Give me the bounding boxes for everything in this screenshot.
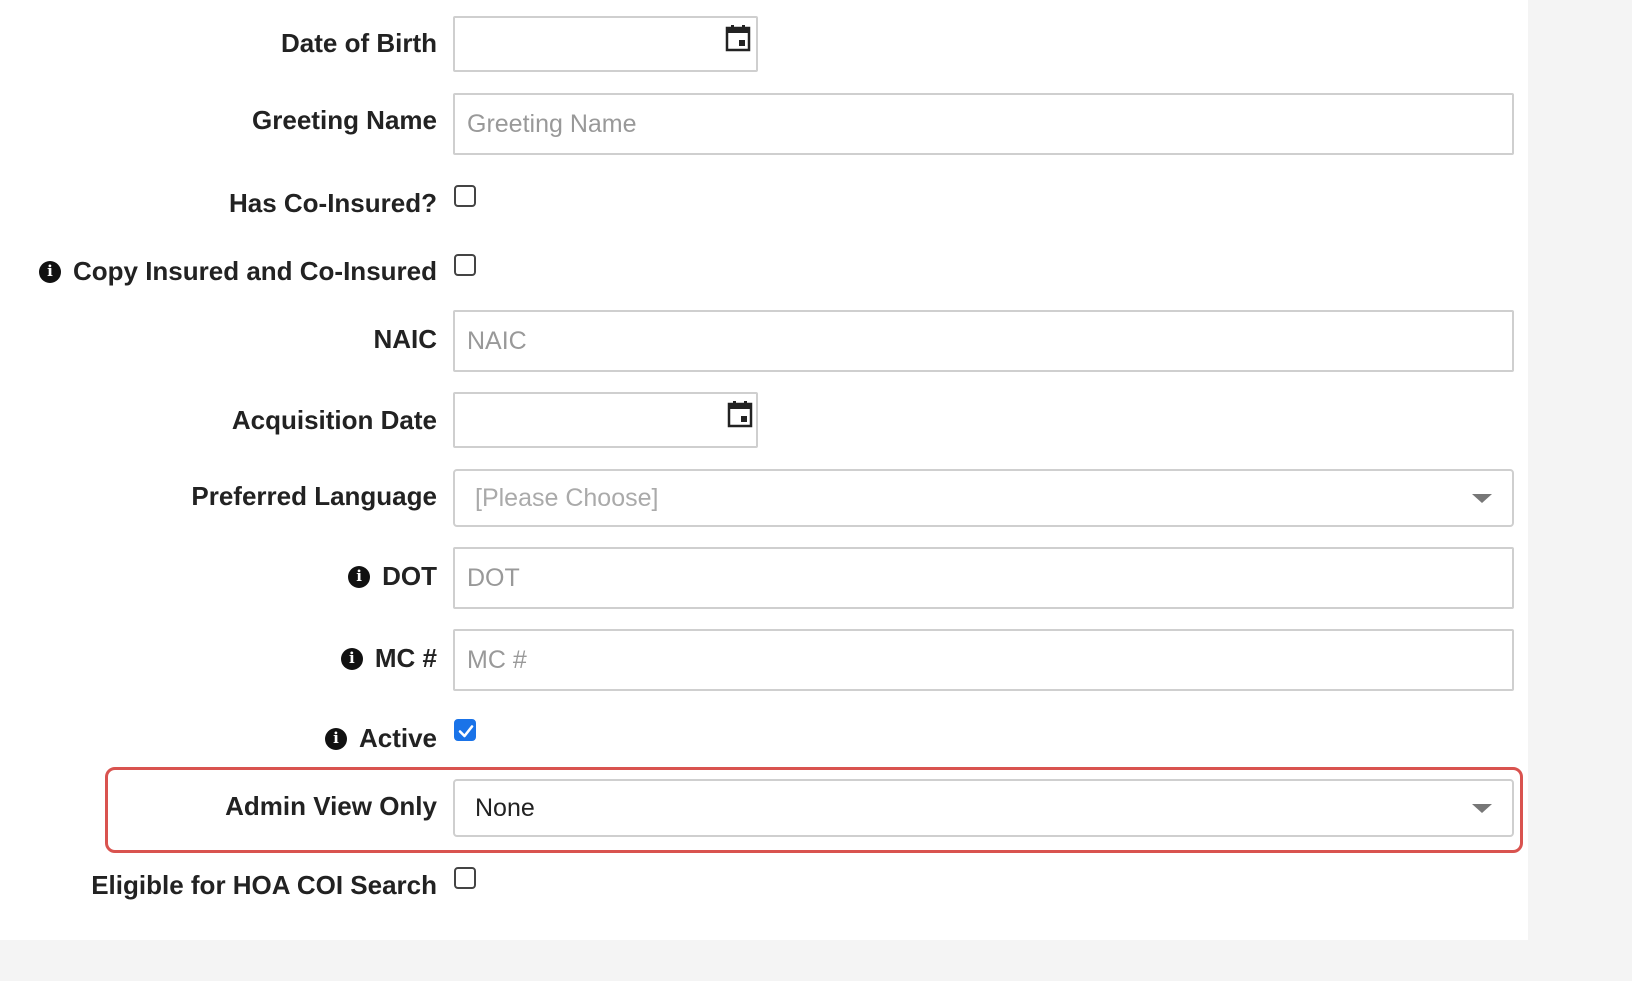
chevron-down-icon[interactable] xyxy=(1472,493,1492,503)
right-gutter xyxy=(1528,0,1632,940)
admin-view-only-label: Admin View Only xyxy=(225,791,437,821)
admin-view-only-select[interactable]: None xyxy=(453,779,1514,837)
naic-label: NAIC xyxy=(373,324,437,354)
copy-insured-checkbox[interactable] xyxy=(454,254,476,276)
info-circle-icon[interactable]: i xyxy=(324,727,347,750)
mc-number-label: i MC # xyxy=(340,643,437,674)
acquisition-date-input[interactable] xyxy=(453,392,758,448)
has-co-insured-checkbox[interactable] xyxy=(454,185,476,207)
chevron-down-icon[interactable] xyxy=(1472,803,1492,813)
eligible-hoa-checkbox[interactable] xyxy=(454,867,476,889)
has-co-insured-label: Has Co-Insured? xyxy=(228,188,437,218)
preferred-language-label: Preferred Language xyxy=(191,481,437,511)
date-of-birth-label: Date of Birth xyxy=(281,28,437,58)
calendar-icon[interactable] xyxy=(727,400,753,428)
info-circle-icon[interactable]: i xyxy=(38,260,61,283)
info-circle-icon[interactable]: i xyxy=(340,647,363,670)
greeting-name-label: Greeting Name xyxy=(252,105,437,135)
eligible-hoa-label: Eligible for HOA COI Search xyxy=(91,870,437,900)
preferred-language-select[interactable]: [Please Choose] xyxy=(453,469,1514,527)
calendar-icon[interactable] xyxy=(725,24,751,52)
dot-input[interactable]: DOT xyxy=(453,547,1514,609)
copy-insured-label: i Copy Insured and Co-Insured xyxy=(38,256,437,287)
greeting-name-input[interactable]: Greeting Name xyxy=(453,93,1514,155)
naic-input[interactable]: NAIC xyxy=(453,310,1514,372)
dot-label: i DOT xyxy=(348,561,437,592)
date-of-birth-input[interactable] xyxy=(453,16,758,72)
active-label: i Active xyxy=(324,723,437,754)
acquisition-date-label: Acquisition Date xyxy=(231,405,437,435)
mc-number-input[interactable]: MC # xyxy=(453,629,1514,691)
bottom-strip xyxy=(0,940,1632,981)
info-circle-icon[interactable]: i xyxy=(348,565,371,588)
checkmark-icon xyxy=(458,725,474,738)
active-checkbox[interactable] xyxy=(454,719,476,741)
